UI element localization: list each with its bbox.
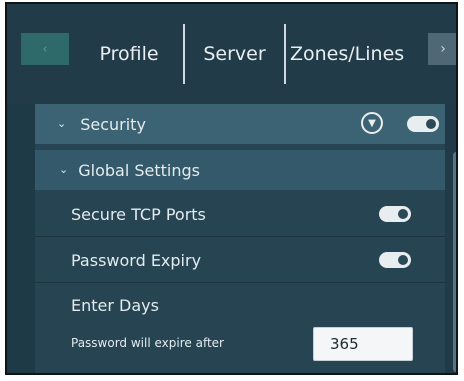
toggle-knob — [398, 255, 408, 265]
security-toggle[interactable] — [407, 116, 439, 132]
section-title: Global Settings — [78, 160, 200, 180]
settings-panel: ⌄ Security ▼ ⌄ Global Settings Secure TC… — [35, 104, 445, 373]
filter-icon[interactable]: ▼ — [361, 112, 383, 134]
setting-label: Password Expiry — [71, 250, 202, 270]
password-expiry-row: Password Expiry — [35, 238, 445, 283]
chevron-down-icon: ⌄ — [59, 162, 69, 176]
expiry-days-input[interactable]: 365 — [313, 327, 413, 361]
tab-label: Profile — [99, 43, 159, 65]
chevron-down-icon: ⌄ — [57, 116, 67, 130]
chevron-right-icon: › — [440, 41, 446, 57]
scrollbar-thumb[interactable] — [453, 152, 456, 372]
tab-server[interactable]: Server — [183, 24, 286, 84]
expiry-days-section: Enter Days Password will expire after 36… — [35, 284, 445, 373]
toggle-knob — [426, 119, 436, 129]
tab-profile[interactable]: Profile — [79, 24, 179, 84]
password-expiry-toggle[interactable] — [379, 252, 411, 268]
tab-label: Server — [203, 43, 266, 65]
security-section-header[interactable]: ⌄ Security ▼ — [35, 104, 445, 144]
section-title: Security — [80, 114, 146, 134]
secure-tcp-ports-toggle[interactable] — [379, 206, 411, 222]
expiry-days-title: Enter Days — [71, 296, 159, 315]
tab-label: Zones/Lines — [290, 43, 405, 65]
tab-scroll-left-button[interactable]: ‹ — [21, 33, 69, 65]
setting-label: Secure TCP Ports — [71, 204, 206, 224]
server-settings-window: ‹ Profile Server Zones/Lines › ⌄ Securit… — [5, 2, 458, 375]
secure-tcp-ports-row: Secure TCP Ports — [35, 192, 445, 237]
chevron-left-icon: ‹ — [42, 41, 48, 57]
expiry-days-label: Password will expire after — [71, 336, 224, 350]
toggle-knob — [398, 209, 408, 219]
tab-zones-lines[interactable]: Zones/Lines — [286, 24, 428, 84]
tab-scroll-right-button[interactable]: › — [428, 33, 456, 65]
tab-bar: ‹ Profile Server Zones/Lines › — [7, 4, 456, 104]
global-settings-header[interactable]: ⌄ Global Settings — [35, 150, 445, 190]
